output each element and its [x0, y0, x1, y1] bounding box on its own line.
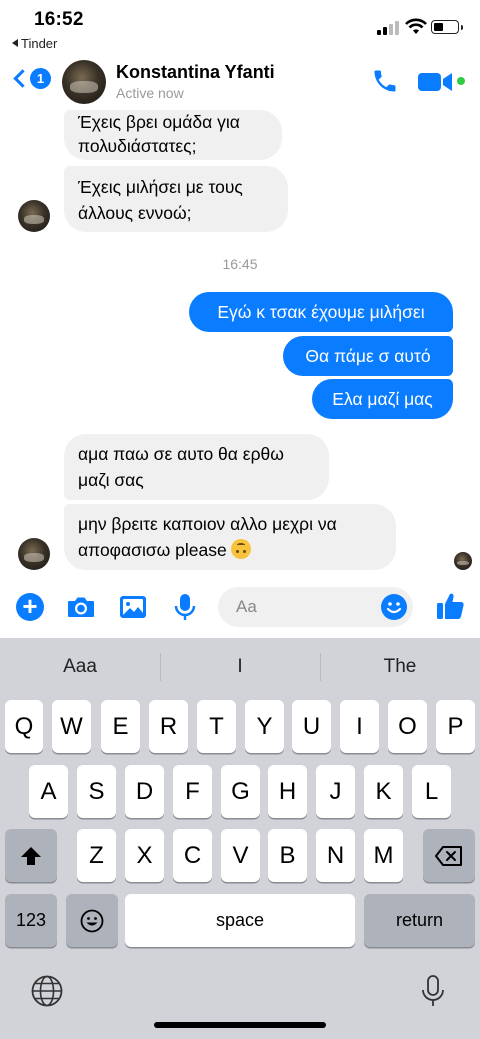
key-o[interactable]: O: [388, 700, 427, 753]
contact-avatar[interactable]: [62, 60, 106, 104]
camera-icon[interactable]: [66, 592, 96, 622]
outgoing-message[interactable]: Εγώ κ τσακ έχουμε μιλήσει: [189, 292, 453, 332]
home-indicator: [154, 1022, 326, 1028]
emoji-key[interactable]: [66, 894, 118, 947]
sender-avatar: [18, 200, 50, 232]
key-n[interactable]: N: [316, 829, 355, 882]
key-b[interactable]: B: [268, 829, 307, 882]
signal-icon: [377, 21, 399, 35]
battery-icon: [431, 20, 463, 34]
shift-arrow-icon: [21, 847, 41, 865]
return-key[interactable]: return: [364, 894, 475, 947]
emoji-icon: [80, 909, 104, 933]
key-x[interactable]: X: [125, 829, 164, 882]
contact-name[interactable]: Konstantina Yfanti: [116, 62, 275, 83]
space-key[interactable]: space: [125, 894, 355, 947]
key-k[interactable]: K: [364, 765, 403, 818]
upside-down-face-emoji-icon: [230, 539, 251, 559]
plus-icon[interactable]: +: [16, 593, 44, 621]
incoming-message[interactable]: αμα παω σε αυτο θα ερθω μαζι σας: [64, 434, 329, 500]
back-to-app-link[interactable]: Tinder: [12, 36, 57, 51]
key-d[interactable]: D: [125, 765, 164, 818]
backspace-icon: [435, 846, 462, 866]
contact-status: Active now: [116, 85, 184, 101]
key-y[interactable]: Y: [245, 700, 284, 753]
emoji-smiley-icon[interactable]: [380, 593, 408, 621]
key-c[interactable]: C: [173, 829, 212, 882]
key-h[interactable]: H: [268, 765, 307, 818]
outgoing-message[interactable]: Ελα μαζί μας: [312, 379, 453, 419]
incoming-message[interactable]: Έχεις μιλήσει με τους άλλους εννοώ;: [64, 166, 288, 232]
message-timestamp: 16:45: [222, 256, 258, 272]
key-u[interactable]: U: [292, 700, 331, 753]
keyboard: Aaa I The Q W E R T Y U I O P A S D F G …: [0, 638, 480, 1039]
outgoing-message[interactable]: Θα πάμε σ αυτό: [283, 336, 453, 376]
prediction-suggestion[interactable]: I: [160, 638, 320, 696]
key-z[interactable]: Z: [77, 829, 116, 882]
globe-icon[interactable]: [30, 974, 64, 1008]
key-l[interactable]: L: [412, 765, 451, 818]
seen-receipt-avatar: [454, 552, 472, 570]
key-w[interactable]: W: [52, 700, 91, 753]
key-r[interactable]: R: [149, 700, 188, 753]
key-m[interactable]: M: [364, 829, 403, 882]
prediction-suggestion[interactable]: The: [320, 638, 480, 696]
key-q[interactable]: Q: [5, 700, 43, 753]
online-indicator: [455, 75, 467, 87]
status-time: 16:52: [34, 9, 84, 30]
key-t[interactable]: T: [197, 700, 236, 753]
thumbs-up-icon[interactable]: [434, 590, 466, 622]
numbers-key[interactable]: 123: [5, 894, 57, 947]
phone-call-icon[interactable]: [371, 67, 399, 95]
incoming-message[interactable]: Έχεις βρει ομάδα για πολυδιάστατες;: [64, 110, 282, 160]
key-e[interactable]: E: [101, 700, 140, 753]
incoming-message[interactable]: μην βρειτε καποιον αλλο μεχρι να αποφασι…: [64, 504, 396, 570]
video-call-icon[interactable]: [418, 71, 454, 93]
key-i[interactable]: I: [340, 700, 379, 753]
key-j[interactable]: J: [316, 765, 355, 818]
key-p[interactable]: P: [436, 700, 475, 753]
back-app-label: Tinder: [21, 36, 58, 51]
message-text: μην βρειτε καποιον αλλο μεχρι να αποφασι…: [78, 514, 337, 560]
backspace-key[interactable]: [423, 829, 475, 882]
wifi-icon: [405, 18, 427, 34]
back-button[interactable]: 1: [13, 66, 52, 94]
dictation-mic-icon[interactable]: [420, 974, 446, 1008]
image-gallery-icon[interactable]: [118, 592, 148, 622]
unread-badge: 1: [30, 68, 51, 89]
message-input[interactable]: [236, 587, 386, 627]
shift-key[interactable]: [5, 829, 57, 882]
prediction-suggestion[interactable]: Aaa: [0, 638, 160, 696]
back-triangle-icon: [12, 39, 18, 47]
key-a[interactable]: A: [29, 765, 68, 818]
key-f[interactable]: F: [173, 765, 212, 818]
key-s[interactable]: S: [77, 765, 116, 818]
key-v[interactable]: V: [221, 829, 260, 882]
sender-avatar: [18, 538, 50, 570]
microphone-icon[interactable]: [170, 592, 200, 622]
key-g[interactable]: G: [221, 765, 260, 818]
chevron-left-icon: [13, 69, 32, 88]
